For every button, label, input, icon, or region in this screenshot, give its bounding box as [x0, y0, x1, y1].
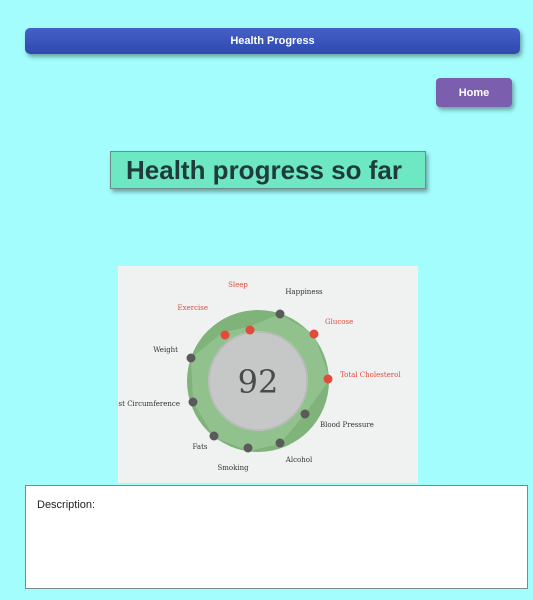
factor-label: Sleep: [228, 281, 248, 289]
factor-dot: [275, 438, 285, 448]
factor-label: Exercise: [178, 304, 208, 312]
home-button[interactable]: Home: [436, 78, 512, 107]
page-header-bar: Health Progress: [25, 28, 520, 54]
description-label: Description:: [37, 499, 96, 511]
factor-label: Glucose: [325, 318, 353, 326]
factor-dot: [245, 325, 255, 335]
health-score-chart: 92 Sleep Happiness Glucose Total Cholestero…: [118, 266, 418, 483]
factor-dot: [243, 443, 253, 453]
home-button-label: Home: [458, 86, 490, 99]
factor-dot: [186, 353, 196, 363]
factor-dot: [309, 329, 319, 339]
header-title: Health Progress: [230, 35, 315, 47]
factor-dot: [188, 397, 198, 407]
score-value: 92: [238, 363, 279, 401]
factor-label: Happiness: [285, 288, 323, 296]
health-score-svg: 92 Sleep Happiness Glucose Total Cholestero…: [118, 281, 401, 472]
factor-label: Blood Pressure: [320, 421, 374, 429]
factor-dot: [323, 374, 333, 384]
factor-label: Weight: [153, 346, 178, 354]
page-title: Health progress so far: [110, 151, 426, 189]
description-box[interactable]: Description:: [25, 485, 528, 589]
factor-dot: [209, 431, 219, 441]
factor-dot: [275, 309, 285, 319]
factor-label: Total Cholesterol: [340, 371, 401, 379]
factor-label: Waist Circumference: [118, 400, 180, 408]
factor-dot: [220, 330, 230, 340]
factor-label: Alcohol: [285, 456, 313, 464]
factor-label: Fats: [193, 443, 208, 451]
factor-label: Smoking: [217, 464, 249, 472]
factor-dot: [300, 409, 310, 419]
page-title-text: Health progress so far: [126, 154, 402, 185]
